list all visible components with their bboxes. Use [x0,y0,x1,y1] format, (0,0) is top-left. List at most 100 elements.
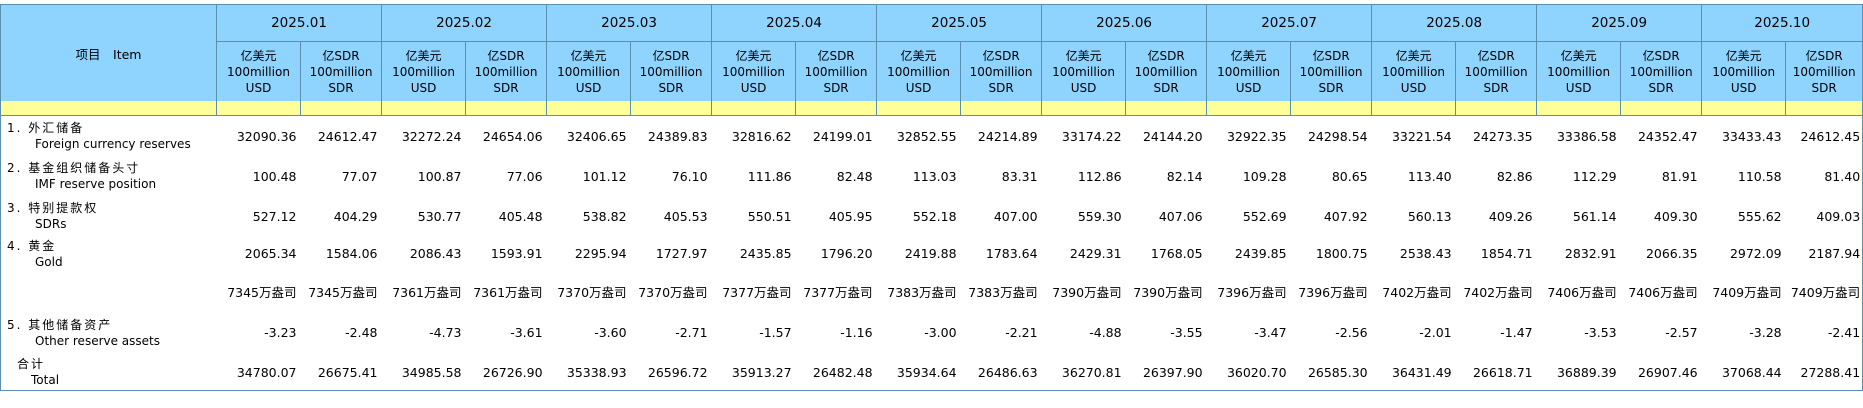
value-cell: 2429.31 [1069,246,1122,261]
separator-cell [1455,101,1538,116]
value-cell: 33386.58 [1556,128,1617,144]
unit-line: 100million [1547,64,1611,79]
value-cell: 27288.41 [1785,354,1863,391]
separator-cell [1785,101,1863,116]
unit-line: 亿SDR [1147,48,1185,63]
value-cell: 560.13 [1407,208,1452,224]
unit-header-sdr: 亿SDR 100million SDR [299,41,383,101]
unit-header-sdr: 亿SDR 100million SDR [1125,41,1208,101]
value-cell: 77.06 [506,168,543,184]
separator-cell [630,101,713,116]
unit-line: 亿美元 [1395,48,1432,63]
value-cell: 32272.24 [401,128,462,144]
value-cell: 109.28 [1242,168,1287,184]
value-cell: 2832.91 [1564,246,1617,261]
value-cell: 7409万盎司 [1712,284,1782,300]
reserves-body: 1. 外汇储备 Foreign currency reserves 32090.36… [0,115,1863,391]
unit-line: 亿美元 [570,48,607,63]
table-row: 合计 Total 34780.07 26675.41 34985.58 26726.90 3… [0,354,1863,391]
value-cell: 112.86 [1077,168,1122,184]
separator-cell [0,101,217,116]
unit-line: 亿SDR [982,48,1020,63]
value-cell: 77.07 [341,168,378,184]
value-cell: 561.14 [1572,208,1617,224]
separator-cell [1125,101,1208,116]
value-cell: 82.48 [836,168,873,184]
unit-line: 100million [1217,64,1281,79]
value-cell: 1800.75 [1315,246,1368,261]
month-header: 2025.01 [215,4,383,42]
value-cell: 7345万盎司 [227,284,297,300]
value-cell: 26675.41 [300,354,382,391]
separator-cell [216,101,301,116]
unit-header-usd: 亿美元 100million USD [1536,41,1622,101]
value-cell: 112.29 [1572,168,1617,184]
separator-cell [381,101,467,116]
value-cell: 405.53 [663,208,708,224]
value-cell: 7409万盎司 [1785,271,1863,311]
separator-cell [465,101,548,116]
value-cell: 81.40 [1785,156,1863,196]
value-cell: 26486.63 [960,354,1042,391]
table-row: 1. 外汇储备 Foreign currency reserves 32090.36… [0,115,1863,156]
separator-cell [1041,101,1127,116]
unit-line: 亿美元 [1560,48,1597,63]
row-label-cn: 合计 [17,357,46,371]
value-cell: 1854.71 [1480,246,1533,261]
unit-header-sdr: 亿SDR 100million SDR [960,41,1043,101]
value-cell: -3.28 [1749,325,1782,340]
unit-header-usd: 亿美元 100million USD [1701,41,1787,101]
value-cell: 7402万盎司 [1382,284,1452,300]
value-cell: 1768.05 [1150,246,1203,261]
separator-cell [876,101,962,116]
month-header: 2025.02 [381,4,548,42]
separator-cell [299,101,383,116]
row-label: 合计 Total [0,354,217,391]
unit-line: 亿美元 [1725,48,1762,63]
header-separator [0,101,1863,116]
value-cell: 559.30 [1077,208,1122,224]
month-header: 2025.05 [876,4,1043,42]
value-cell: 33221.54 [1391,128,1452,144]
separator-cell [1371,101,1457,116]
value-cell: 36270.81 [1041,354,1126,391]
value-cell: 34780.07 [216,354,301,391]
value-cell: -3.23 [264,325,297,340]
table-row: 5. 其他储备资产 Other reserve assets -3.23 -2.48 -… [0,311,1863,354]
unit-line: USD [905,80,932,95]
value-cell: 2086.43 [409,246,462,261]
value-cell: 82.86 [1496,168,1533,184]
unit-line: SDR [988,80,1014,95]
unit-line: 100million [557,64,620,79]
value-cell: 555.62 [1737,208,1782,224]
value-cell: 76.10 [671,168,708,184]
month-header-row: 项目 Item 2025.01 2025.02 2025.03 2025.04 2025… [0,4,1863,101]
unit-line: USD [1400,80,1427,95]
value-cell: -4.73 [429,325,462,340]
unit-line: 100million [722,64,785,79]
value-cell: 24273.35 [1472,128,1533,144]
value-cell: 32406.65 [566,128,627,144]
row-label-cn: 1. 外汇储备 [7,121,85,135]
value-cell: 2065.34 [244,246,297,261]
unit-header-sdr: 亿SDR 100million SDR [795,41,878,101]
unit-line: 亿美元 [405,48,442,63]
value-cell: 1796.20 [820,246,873,261]
value-cell: 1593.91 [490,246,543,261]
value-cell: 7383万盎司 [887,284,957,300]
row-label-cn: 4. 黄金 [7,238,57,253]
table-row: 4. 黄金 Gold 2065.34 1584.06 2086.43 1593.91 229… [0,236,1863,271]
row-label-en: SDRs [35,217,67,231]
row-label-en: Foreign currency reserves [35,137,191,151]
value-cell: 7390万盎司 [1052,284,1122,300]
value-cell: 32922.35 [1226,128,1287,144]
unit-line: 100million [1464,64,1528,79]
value-cell: 2435.85 [739,246,792,261]
value-cell: 7383万盎司 [968,284,1038,300]
value-cell: 24612.45 [1785,115,1863,156]
value-cell: 538.82 [582,208,627,224]
unit-line: 100million [639,64,703,79]
value-cell: 110.58 [1737,168,1782,184]
value-cell: 24298.54 [1307,128,1368,144]
value-cell: 7396万盎司 [1298,284,1368,300]
